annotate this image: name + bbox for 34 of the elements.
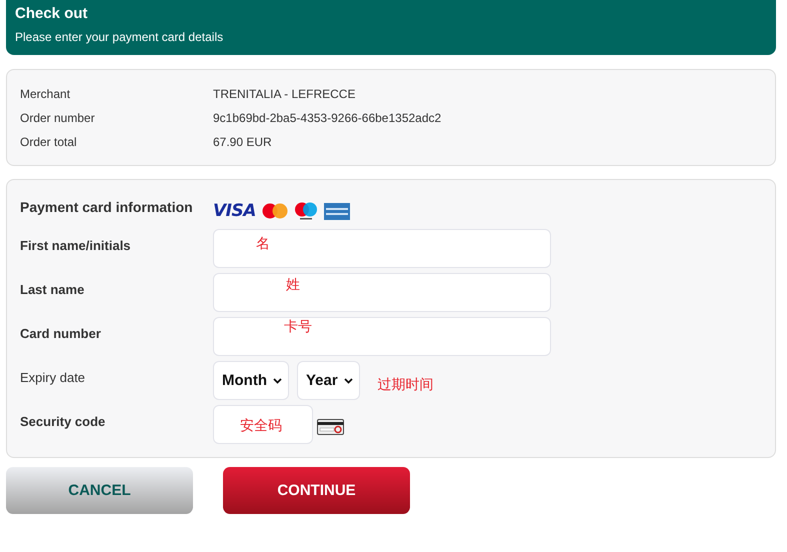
card-back-icon	[317, 418, 344, 434]
field-label: Security code	[20, 413, 106, 429]
summary-value: 9c1b69bd-2ba5-4353-9266-66be1352adc2	[213, 111, 442, 125]
field-label: Card number	[20, 325, 102, 341]
input-field[interactable]: 卡号	[213, 317, 551, 356]
annotation-text: 卡号	[284, 318, 312, 336]
page-title: Check out	[15, 5, 89, 22]
striped-card-logo-icon	[324, 202, 350, 220]
overlapping-circles-icon	[262, 203, 288, 219]
annotation-text: 姓	[286, 276, 300, 294]
input-field[interactable]: 姓	[213, 273, 551, 312]
dropdown-select[interactable]: Year	[296, 361, 360, 400]
chevron-down-icon	[272, 378, 282, 384]
chevron-down-icon	[344, 378, 353, 384]
annotation-text: 安全码	[240, 417, 282, 435]
summary-label: Order total	[20, 135, 78, 149]
annotation-text: 过期时间	[378, 376, 434, 394]
input-field[interactable]: 名	[213, 229, 551, 268]
field-label: First name/initials	[20, 237, 132, 253]
section-title: Payment card information	[20, 198, 194, 215]
summary-value: TRENITALIA - LEFRECCE	[213, 87, 356, 101]
page-subtitle: Please enter your payment card details	[15, 30, 224, 44]
overlapping-circles-icon	[294, 202, 318, 220]
visa-logo: VISA	[213, 202, 256, 220]
field-label: Expiry date	[20, 369, 86, 385]
annotation-text: 名	[256, 235, 270, 253]
summary-value: 67.90 EUR	[213, 135, 273, 149]
summary-label: Merchant	[20, 87, 72, 101]
cancel-button[interactable]: CANCEL	[6, 467, 193, 514]
dropdown-select[interactable]: Month	[213, 361, 289, 400]
input-field[interactable]: 安全码	[213, 405, 313, 444]
continue-button[interactable]: CONTINUE	[223, 467, 410, 514]
field-label: Last name	[20, 281, 86, 297]
summary-label: Order number	[20, 111, 96, 125]
